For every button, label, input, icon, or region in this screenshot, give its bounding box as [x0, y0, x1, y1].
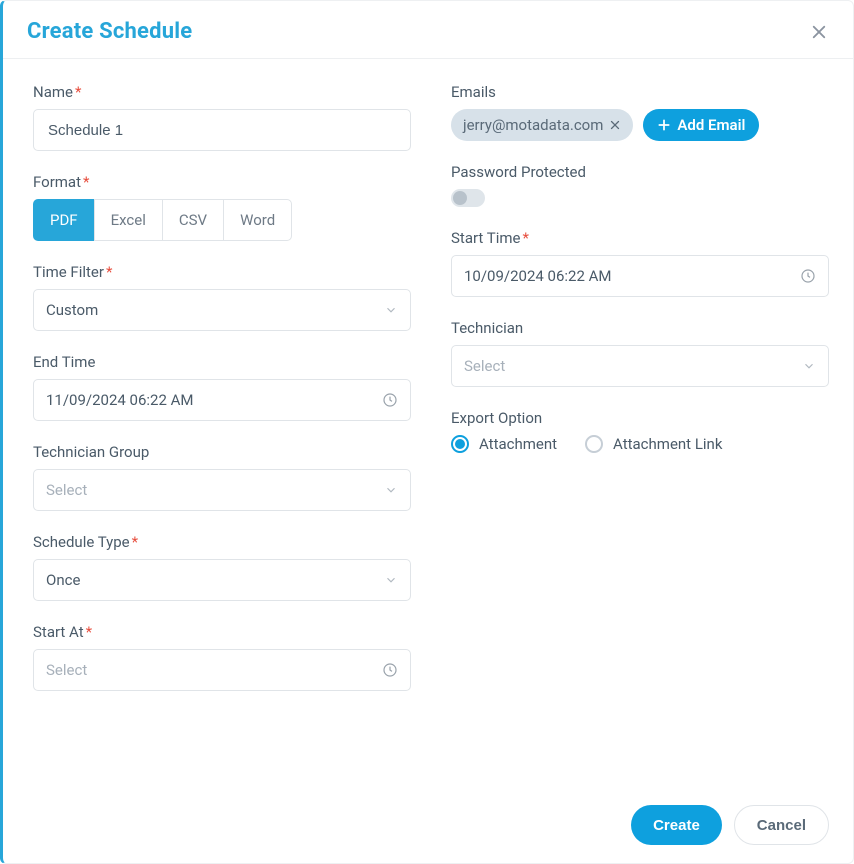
- end-time-label: End Time: [33, 353, 411, 371]
- email-chip-text: jerry@motadata.com: [463, 116, 603, 134]
- emails-label: Emails: [451, 83, 829, 101]
- modal-title: Create Schedule: [27, 19, 192, 44]
- time-filter-value: Custom: [46, 301, 98, 319]
- time-filter-select[interactable]: Custom: [33, 289, 411, 331]
- field-password-protected: Password Protected: [451, 163, 829, 207]
- add-email-button[interactable]: Add Email: [643, 109, 759, 141]
- emails-row: jerry@motadata.com Add Email: [451, 109, 829, 141]
- technician-placeholder: Select: [464, 357, 505, 375]
- field-start-at: Start At Select: [33, 623, 411, 691]
- create-schedule-modal: Create Schedule Name Format PDFExcelCSVW…: [0, 0, 854, 864]
- tech-group-placeholder: Select: [46, 481, 87, 499]
- modal-body: Name Format PDFExcelCSVWord Time Filter …: [3, 59, 853, 789]
- format-segmented: PDFExcelCSVWord: [33, 199, 411, 241]
- start-at-label: Start At: [33, 623, 411, 641]
- radio-icon: [585, 435, 603, 453]
- field-tech-group: Technician Group Select: [33, 443, 411, 511]
- tech-group-select[interactable]: Select: [33, 469, 411, 511]
- chip-remove-icon[interactable]: [609, 119, 621, 131]
- create-button[interactable]: Create: [631, 805, 722, 845]
- format-label: Format: [33, 173, 411, 191]
- chevron-down-icon: [384, 303, 398, 317]
- name-label: Name: [33, 83, 411, 101]
- export-option-label: Export Option: [451, 409, 829, 427]
- cancel-button[interactable]: Cancel: [734, 805, 829, 845]
- clock-icon: [382, 392, 398, 408]
- field-time-filter: Time Filter Custom: [33, 263, 411, 331]
- start-at-input[interactable]: Select: [33, 649, 411, 691]
- time-filter-label: Time Filter: [33, 263, 411, 281]
- tech-group-label: Technician Group: [33, 443, 411, 461]
- chevron-down-icon: [384, 573, 398, 587]
- left-column: Name Format PDFExcelCSVWord Time Filter …: [33, 83, 411, 789]
- schedule-type-value: Once: [46, 571, 80, 589]
- technician-select[interactable]: Select: [451, 345, 829, 387]
- radio-label: Attachment Link: [613, 435, 722, 453]
- name-input-wrap: [33, 109, 411, 151]
- export-option-attachment[interactable]: Attachment: [451, 435, 557, 453]
- export-option-radios: Attachment Attachment Link: [451, 435, 829, 453]
- end-time-input[interactable]: 11/09/2024 06:22 AM: [33, 379, 411, 421]
- export-option-attachment-link[interactable]: Attachment Link: [585, 435, 722, 453]
- name-input[interactable]: [46, 110, 398, 150]
- radio-label: Attachment: [479, 435, 557, 453]
- field-start-time: Start Time 10/09/2024 06:22 AM: [451, 229, 829, 297]
- right-column: Emails jerry@motadata.com Add Email: [451, 83, 829, 789]
- technician-label: Technician: [451, 319, 829, 337]
- close-icon[interactable]: [809, 22, 829, 42]
- password-protected-toggle[interactable]: [451, 189, 485, 207]
- field-technician: Technician Select: [451, 319, 829, 387]
- plus-icon: [657, 118, 671, 132]
- clock-icon: [800, 268, 816, 284]
- format-option-pdf[interactable]: PDF: [33, 199, 95, 241]
- field-export-option: Export Option Attachment Attachment Link: [451, 409, 829, 453]
- field-format: Format PDFExcelCSVWord: [33, 173, 411, 241]
- start-time-input[interactable]: 10/09/2024 06:22 AM: [451, 255, 829, 297]
- add-email-label: Add Email: [677, 116, 745, 134]
- field-name: Name: [33, 83, 411, 151]
- email-chip: jerry@motadata.com: [451, 109, 633, 141]
- clock-icon: [382, 662, 398, 678]
- password-protected-label: Password Protected: [451, 163, 829, 181]
- format-option-word[interactable]: Word: [223, 199, 292, 241]
- modal-footer: Create Cancel: [3, 789, 853, 863]
- field-end-time: End Time 11/09/2024 06:22 AM: [33, 353, 411, 421]
- start-time-label: Start Time: [451, 229, 829, 247]
- schedule-type-select[interactable]: Once: [33, 559, 411, 601]
- chevron-down-icon: [802, 359, 816, 373]
- format-option-excel[interactable]: Excel: [94, 199, 163, 241]
- schedule-type-label: Schedule Type: [33, 533, 411, 551]
- start-at-placeholder: Select: [46, 661, 87, 679]
- field-emails: Emails jerry@motadata.com Add Email: [451, 83, 829, 141]
- start-time-value: 10/09/2024 06:22 AM: [464, 267, 612, 285]
- radio-icon: [451, 435, 469, 453]
- chevron-down-icon: [384, 483, 398, 497]
- modal-header: Create Schedule: [3, 1, 853, 59]
- field-schedule-type: Schedule Type Once: [33, 533, 411, 601]
- end-time-value: 11/09/2024 06:22 AM: [46, 391, 194, 409]
- format-option-csv[interactable]: CSV: [162, 199, 224, 241]
